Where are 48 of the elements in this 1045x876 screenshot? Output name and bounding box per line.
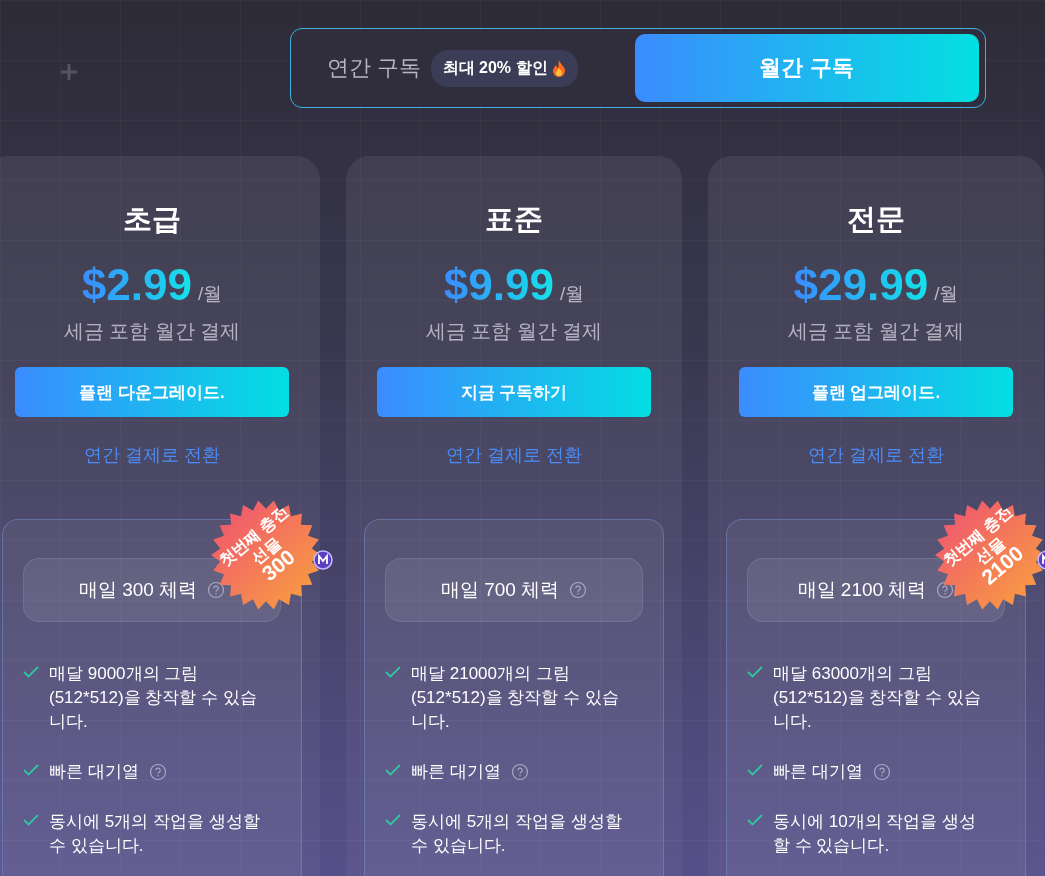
help-icon[interactable] [510, 763, 529, 781]
check-icon [385, 666, 401, 678]
subscribe-button[interactable]: 지금 구독하기 [377, 367, 651, 417]
feature-text: 동시에 5개의 작업을 생성할 수 있습니다. [411, 811, 623, 857]
feature-text: 매달 63000개의 그림 (512*512)을 창작할 수 있습니다. [773, 663, 982, 733]
feature-text: 빠른 대기열 [411, 761, 501, 783]
feature-text: 매달 9000개의 그림 (512*512)을 창작할 수 있습니다. [49, 663, 258, 733]
billing-note: 세금 포함 월간 결제 [425, 319, 603, 344]
help-icon[interactable] [207, 581, 226, 599]
check-icon [23, 814, 39, 826]
check-icon [385, 764, 401, 776]
discount-badge: 최대 20% 할인 [430, 49, 578, 87]
plan-name: 전문 [847, 202, 905, 237]
plan-name: 초급 [123, 202, 181, 237]
price-period: /월 [934, 282, 959, 306]
billing-note: 세금 포함 월간 결제 [63, 319, 241, 344]
check-icon [23, 666, 39, 678]
price-period: /월 [559, 282, 585, 306]
billing-note: 세금 포함 월간 결제 [787, 319, 965, 344]
help-icon[interactable] [872, 763, 891, 781]
energy-text: 매일 700 체력 [440, 578, 560, 602]
help-icon[interactable] [148, 763, 167, 781]
check-icon [385, 814, 401, 826]
check-icon [747, 666, 763, 678]
switch-yearly-link[interactable]: 연간 결제로 전환 [808, 443, 944, 467]
switch-yearly-link[interactable]: 연간 결제로 전환 [446, 443, 582, 467]
check-icon [747, 814, 763, 826]
billing-tab[interactable]: 연간 구독 [296, 34, 421, 102]
feature-text: 빠른 대기열 [49, 761, 139, 783]
energy-text: 매일 300 체력 [78, 578, 198, 602]
plus-icon [60, 63, 78, 81]
subscribe-button[interactable]: 플랜 다운그레이드. [15, 367, 289, 417]
plan-name: 표준 [485, 202, 543, 237]
switch-yearly-link[interactable]: 연간 결제로 전환 [84, 443, 220, 467]
coin-icon [313, 550, 333, 570]
energy-text: 매일 2100 체력 [797, 578, 927, 602]
feature-text: 동시에 5개의 작업을 생성할 수 있습니다. [49, 811, 261, 857]
price-period: /월 [197, 282, 223, 306]
flame-icon [551, 59, 566, 77]
billing-tab[interactable]: 월간 구독 [634, 34, 979, 102]
help-icon[interactable] [569, 581, 588, 599]
subscribe-button[interactable]: 플랜 업그레이드. [739, 367, 1013, 417]
help-icon[interactable] [936, 581, 955, 599]
feature-text: 매달 21000개의 그림 (512*512)을 창작할 수 있습니다. [411, 663, 620, 733]
check-icon [23, 764, 39, 776]
check-icon [747, 764, 763, 776]
feature-text: 동시에 10개의 작업을 생성할 수 있습니다. [773, 811, 978, 857]
feature-text: 빠른 대기열 [773, 761, 863, 783]
